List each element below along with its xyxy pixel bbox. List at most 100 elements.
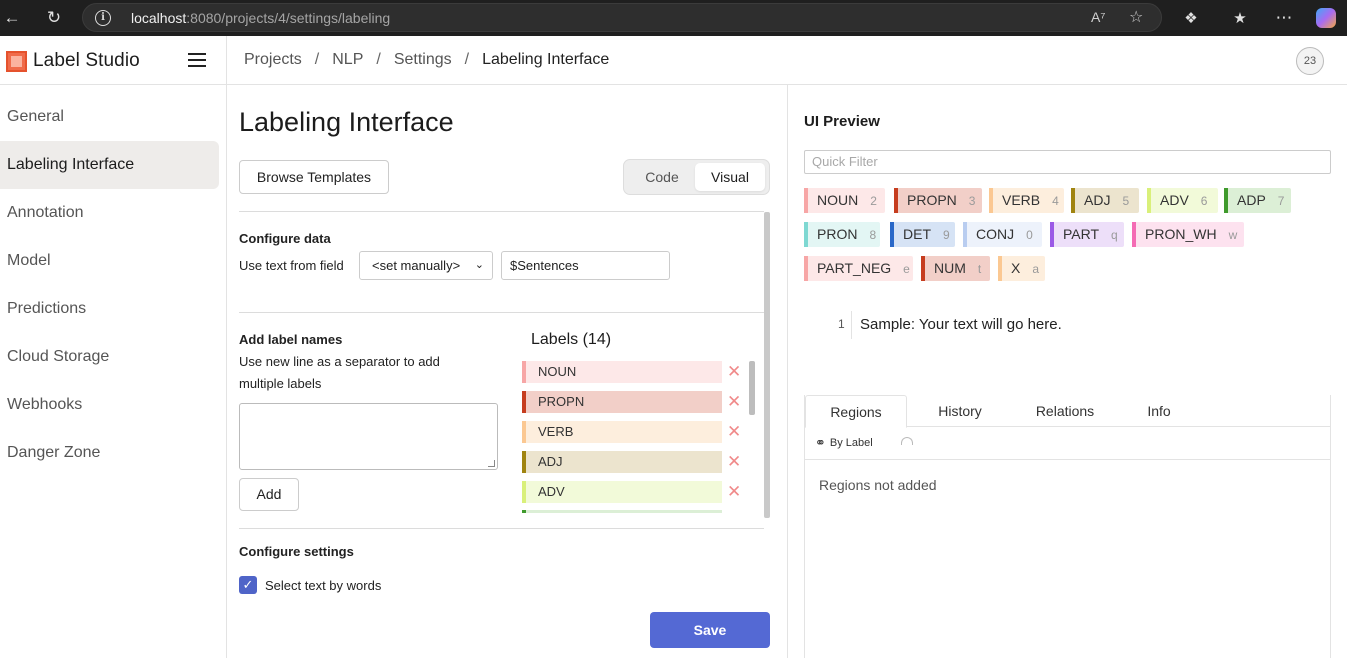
quick-filter-input[interactable]: Quick Filter [804, 150, 1331, 174]
preview-label-chip[interactable]: PRON 8 [804, 222, 880, 247]
delete-label-icon[interactable]: ✕ [727, 361, 741, 383]
label-name: ADV [1160, 192, 1189, 208]
label-name: PROPN [907, 192, 957, 208]
select-by-words-checkbox[interactable]: ✓ [239, 576, 257, 594]
visibility-eye-icon[interactable] [901, 437, 913, 445]
field-select[interactable]: <set manually> ⌄ [359, 251, 493, 280]
new-labels-textarea[interactable] [239, 403, 498, 470]
regions-tabs: Regions History Relations Info [805, 395, 1330, 428]
label-row[interactable]: ADJ [522, 451, 722, 473]
back-arrow-icon[interactable]: ← [0, 6, 24, 30]
save-button[interactable]: Save [650, 612, 770, 648]
divider [805, 459, 1330, 460]
preview-label-chip[interactable]: VERB 4 [989, 188, 1064, 213]
sample-text[interactable]: Sample: Your text will go here. [860, 316, 1062, 333]
configure-settings-heading: Configure settings [239, 544, 354, 559]
divider [239, 312, 764, 313]
config-scrollbar[interactable] [764, 212, 770, 518]
sidebar-item-webhooks[interactable]: Webhooks [0, 381, 219, 429]
label-studio-logo[interactable]: Label Studio [6, 50, 140, 72]
label-name: X [1011, 260, 1021, 276]
preview-label-chip[interactable]: ADP 7 [1224, 188, 1291, 213]
label-name: NOUN [817, 192, 859, 208]
tab-code[interactable]: Code [628, 163, 696, 191]
site-info-icon[interactable]: i [95, 10, 111, 26]
breadcrumb-separator: / [376, 51, 381, 68]
tab-history[interactable]: History [909, 395, 1011, 428]
app-header: Label Studio Projects / NLP / Settings /… [0, 36, 1347, 85]
read-aloud-icon[interactable]: A⁷ [1091, 9, 1105, 25]
label-hotkey: 6 [1200, 194, 1208, 208]
preview-label-chip[interactable]: PART q [1050, 222, 1124, 247]
tab-visual[interactable]: Visual [695, 163, 765, 191]
tab-regions[interactable]: Regions [805, 395, 907, 428]
add-labels-button[interactable]: Add [239, 478, 299, 511]
favorite-star-icon[interactable]: ☆ [1129, 7, 1143, 27]
delete-label-icon[interactable]: ✕ [727, 481, 741, 503]
label-row-partial [522, 510, 722, 513]
breadcrumb-projects[interactable]: Projects [244, 51, 302, 69]
preview-label-chip[interactable]: NUM t [921, 256, 990, 281]
label-hotkey: a [1032, 262, 1040, 276]
labels-scrollbar[interactable] [749, 361, 755, 415]
delete-label-icon[interactable]: ✕ [727, 451, 741, 473]
chevron-down-icon: ⌄ [474, 259, 484, 271]
breadcrumb: Projects / NLP / Settings / Labeling Int… [244, 51, 609, 69]
breadcrumb-settings[interactable]: Settings [394, 51, 452, 69]
sidebar-item-labeling-interface[interactable]: Labeling Interface [0, 141, 219, 189]
label-hotkey: t [977, 262, 982, 276]
menu-hamburger-icon[interactable] [188, 53, 206, 67]
preview-label-chip[interactable]: PRON_WH w [1132, 222, 1244, 247]
labels-list-title: Labels (14) [531, 331, 612, 348]
more-options-icon[interactable]: ⋯ [1272, 6, 1296, 30]
by-label-text: By Label [829, 437, 873, 449]
preview-label-chip[interactable]: PROPN 3 [894, 188, 982, 213]
preview-title: UI Preview [804, 113, 880, 130]
preview-label-chip[interactable]: NOUN 2 [804, 188, 885, 213]
field-value-input[interactable]: $Sentences [501, 251, 670, 280]
label-row[interactable]: PROPN [522, 391, 722, 413]
breadcrumb-separator: / [464, 51, 470, 68]
preview-label-chip[interactable]: PART_NEG e [804, 256, 913, 281]
sidebar-item-annotation[interactable]: Annotation [0, 189, 219, 237]
tab-info[interactable]: Info [1117, 395, 1201, 428]
label-row[interactable]: NOUN [522, 361, 722, 383]
preview-label-chip[interactable]: Xa [998, 256, 1045, 281]
extensions-icon[interactable]: ❖ [1179, 6, 1203, 30]
favorites-icon[interactable]: ★ [1228, 6, 1252, 30]
group-by-label[interactable]: ⚭ By Label [815, 435, 873, 451]
user-avatar[interactable]: 23 [1296, 47, 1324, 75]
label-hotkey: w [1228, 228, 1238, 242]
label-row[interactable]: VERB [522, 421, 722, 443]
use-text-label: Use text from field [239, 258, 344, 273]
settings-sidebar: General Labeling Interface Annotation Mo… [0, 85, 227, 658]
label-hotkey: 4 [1052, 194, 1059, 208]
copilot-icon[interactable] [1314, 6, 1338, 30]
line-number: 1 [838, 317, 845, 331]
breadcrumb-nlp[interactable]: NLP [332, 51, 363, 69]
resize-grip-icon[interactable] [488, 460, 495, 467]
preview-label-chip[interactable]: DET 9 [890, 222, 955, 247]
sidebar-item-danger-zone[interactable]: Danger Zone [0, 429, 219, 477]
tab-relations[interactable]: Relations [1013, 395, 1117, 428]
tag-icon: ⚭ [815, 435, 826, 450]
label-row[interactable]: ADV [522, 481, 722, 503]
preview-label-chip[interactable]: CONJ 0 [963, 222, 1042, 247]
sidebar-item-cloud-storage[interactable]: Cloud Storage [0, 333, 219, 381]
preview-label-chip[interactable]: ADJ 5 [1071, 188, 1139, 213]
regions-panel: Regions History Relations Info ⚭ By Labe… [804, 395, 1331, 658]
delete-label-icon[interactable]: ✕ [727, 421, 741, 443]
page-title: Labeling Interface [239, 107, 454, 137]
sidebar-item-model[interactable]: Model [0, 237, 219, 285]
logo-icon [6, 50, 27, 72]
address-bar[interactable]: i localhost:8080/projects/4/settings/lab… [82, 3, 1162, 32]
sidebar-item-general[interactable]: General [0, 93, 219, 141]
preview-label-chip[interactable]: ADV 6 [1147, 188, 1218, 213]
label-name: PART_NEG [817, 260, 892, 276]
delete-label-icon[interactable]: ✕ [727, 391, 741, 413]
reload-icon[interactable]: ↻ [42, 6, 66, 30]
label-name: ADJ [1084, 192, 1111, 208]
sidebar-item-predictions[interactable]: Predictions [0, 285, 219, 333]
divider [239, 528, 764, 529]
browse-templates-button[interactable]: Browse Templates [239, 160, 389, 194]
